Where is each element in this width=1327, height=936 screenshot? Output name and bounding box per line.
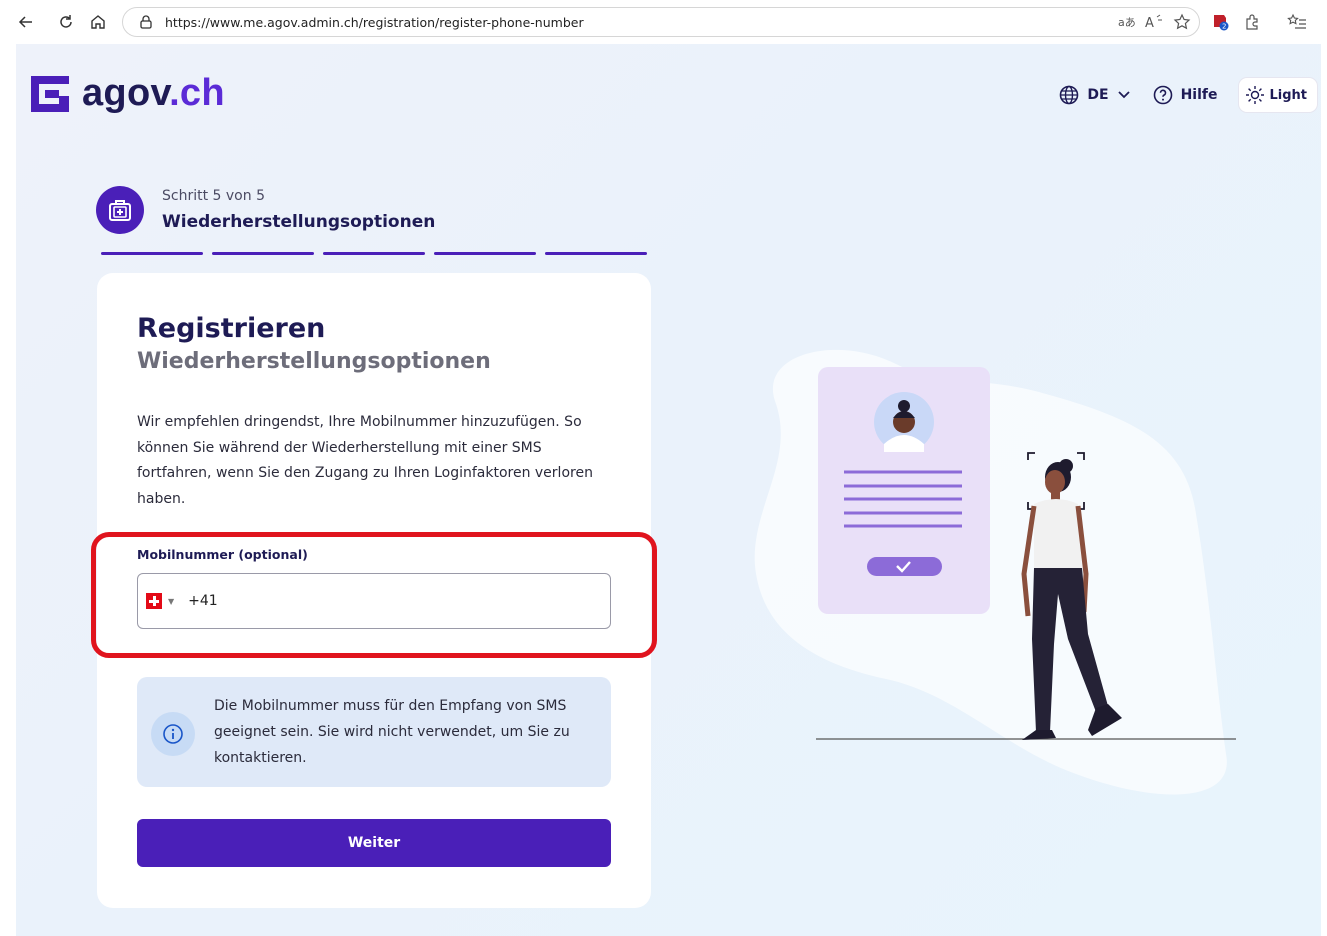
theme-toggle[interactable]: Light: [1239, 78, 1317, 112]
info-text: Die Mobilnummer muss für den Empfang von…: [214, 698, 570, 766]
lock-icon: [140, 15, 152, 29]
help-link[interactable]: Hilfe: [1153, 85, 1218, 105]
url-text: https://www.me.agov.admin.ch/registratio…: [165, 14, 584, 30]
help-circle-icon: [1153, 85, 1172, 105]
step-bar: [101, 252, 203, 255]
country-caret-icon[interactable]: ▼: [168, 597, 174, 606]
page: agov.ch DE Hilfe Light Schritt 5 von 5 W…: [16, 44, 1321, 936]
agov-logo-mark-icon: [31, 75, 69, 112]
page-title: Registrieren: [137, 313, 326, 344]
favorite-star-icon[interactable]: [1170, 10, 1194, 34]
extension-shield-icon[interactable]: 2: [1208, 10, 1232, 34]
home-icon[interactable]: [86, 10, 110, 34]
favorites-list-icon[interactable]: [1285, 10, 1309, 34]
translate-icon[interactable]: aあ: [1116, 10, 1140, 34]
step-bar: [434, 252, 536, 255]
address-bar[interactable]: https://www.me.agov.admin.ch/registratio…: [122, 7, 1200, 37]
top-navigation: DE Hilfe Light: [1059, 78, 1317, 112]
step-progress-bars: [101, 252, 656, 255]
intro-text: Wir empfehlen dringendst, Ihre Mobilnumm…: [137, 414, 593, 507]
browser-toolbar: https://www.me.agov.admin.ch/registratio…: [0, 0, 1327, 44]
page-subtitle: Wiederherstellungsoptionen: [137, 349, 491, 374]
svg-text:2: 2: [1222, 23, 1226, 31]
svg-text:A: A: [1145, 16, 1154, 30]
continue-button[interactable]: Weiter: [137, 819, 611, 867]
illustration: [754, 349, 1236, 795]
back-arrow-icon[interactable]: [14, 10, 38, 34]
language-selector[interactable]: DE: [1059, 85, 1130, 105]
step-bar: [323, 252, 425, 255]
chevron-down-icon: [1117, 91, 1130, 99]
phone-label: Mobilnummer (optional): [137, 547, 308, 562]
first-aid-kit-icon: [96, 186, 144, 234]
refresh-icon[interactable]: [54, 10, 78, 34]
logo-suffix: .ch: [169, 72, 225, 114]
agov-logo[interactable]: agov.ch: [29, 72, 225, 115]
swiss-flag-icon[interactable]: [146, 593, 162, 609]
step-bar: [212, 252, 314, 255]
step-count: Schritt 5 von 5: [162, 188, 265, 204]
theme-label: Light: [1269, 87, 1307, 103]
language-label: DE: [1087, 87, 1109, 103]
sun-icon: [1246, 86, 1265, 104]
logo-text: agov: [82, 72, 170, 114]
info-box: Die Mobilnummer muss für den Empfang von…: [137, 677, 611, 787]
globe-icon: [1060, 85, 1079, 105]
help-label: Hilfe: [1180, 87, 1218, 103]
phone-input-group[interactable]: ▼: [137, 573, 611, 629]
read-aloud-icon[interactable]: A: [1142, 10, 1166, 34]
svg-text:aあ: aあ: [1118, 16, 1136, 29]
phone-input[interactable]: [188, 593, 589, 609]
step-bar: [545, 252, 647, 255]
extensions-puzzle-icon[interactable]: [1240, 10, 1264, 34]
step-title: Wiederherstellungsoptionen: [162, 212, 436, 232]
registration-card: Registrieren Wiederherstellungsoptionen …: [91, 273, 657, 908]
info-icon: [151, 712, 195, 756]
